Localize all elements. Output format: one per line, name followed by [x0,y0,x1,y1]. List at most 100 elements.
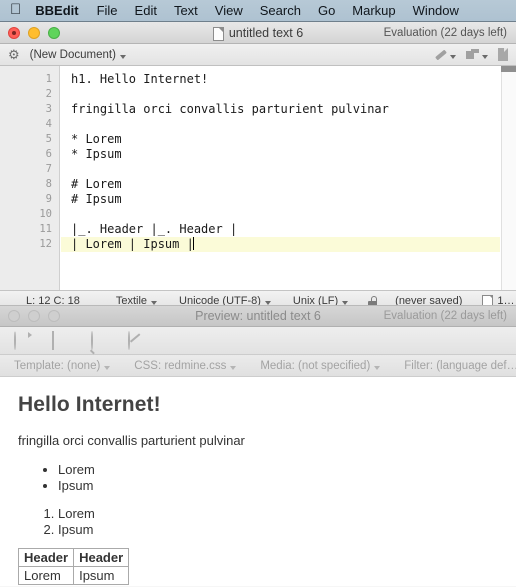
preview-numbered-list: Lorem Ipsum [18,506,498,538]
window-stack-icon [466,49,479,60]
window-stack-menu-button[interactable] [466,49,488,60]
line-number: 5 [45,133,52,145]
editor-evaluation-label: Evaluation (22 days left) [383,26,507,39]
line-number: 11 [39,223,52,235]
code-line[interactable]: * Lorem [61,132,500,147]
code-line[interactable]: h1. Hello Internet! [61,72,500,87]
line-number: 6 [45,148,52,160]
code-content[interactable]: h1. Hello Internet! fringilla orci conva… [61,66,500,290]
close-button[interactable] [8,310,20,322]
filter-popup[interactable]: Filter: (language def… [404,360,516,372]
chevron-down-icon [230,365,237,370]
preview-evaluation-label: Evaluation (22 days left) [383,310,507,322]
preview-table: Header Header Lorem Ipsum [17,548,130,585]
table-row: Lorem Ipsum [17,566,130,585]
minimize-button[interactable] [28,310,40,322]
editor-toolbar-right [434,48,508,61]
document-popup-label: (New Document) [29,48,116,61]
list-item: Lorem [58,462,498,478]
code-line[interactable]: fringilla orci convallis parturient pulv… [61,102,500,117]
document-icon [52,330,54,350]
gear-icon[interactable]: ⚙ [8,48,20,61]
editor-title-bar[interactable]: untitled text 6 Evaluation (22 days left… [0,22,516,44]
menu-item-markup[interactable]: Markup [352,3,395,18]
preview-window-controls [0,310,60,322]
menu-item-file[interactable]: File [97,3,118,18]
table-cell: Ipsum [73,566,130,585]
css-label: CSS: redmine.css [134,359,227,372]
code-line[interactable]: * Ipsum [61,147,500,162]
reload-button[interactable] [14,330,32,350]
source-view-button[interactable] [52,330,70,350]
table-header-row: Header Header [17,548,130,567]
code-line[interactable] [61,87,500,102]
preview-heading: Hello Internet! [18,393,161,416]
line-number: 4 [45,118,52,130]
code-line-text: | Lorem | Ipsum | [71,237,194,251]
line-number: 2 [45,88,52,100]
text-editing-area[interactable]: 1 2 3 4 5 6 7 8 9 10 11 12 h1. Hello Int… [0,66,516,290]
template-popup[interactable]: Template: (none) [14,359,111,372]
pencil-menu-button[interactable] [434,48,456,61]
page-icon [498,48,508,61]
table-cell: Lorem [17,566,75,585]
compass-icon [128,330,130,350]
code-line[interactable]: # Lorem [61,177,500,192]
line-number: 8 [45,178,52,190]
preview-bullet-list: Lorem Ipsum [18,462,498,494]
menu-item-bbedit[interactable]: BBEdit [35,3,78,18]
vertical-scrollbar[interactable] [501,66,516,290]
menu-item-search[interactable]: Search [260,3,301,18]
menu-item-view[interactable]: View [215,3,243,18]
chevron-down-icon [119,54,126,59]
code-line[interactable] [61,162,500,177]
code-line[interactable] [61,207,500,222]
line-number-gutter: 1 2 3 4 5 6 7 8 9 10 11 12 [0,66,60,290]
list-item: Ipsum [58,478,498,494]
split-view-button[interactable] [498,48,508,61]
code-line[interactable]: # Ipsum [61,192,500,207]
menu-item-window[interactable]: Window [413,3,459,18]
code-line[interactable]: |_. Header |_. Header | [61,222,500,237]
line-number: 10 [39,208,52,220]
close-button[interactable] [8,26,20,39]
preview-options-bar: Template: (none) CSS: redmine.css Media:… [0,355,516,377]
menu-item-text[interactable]: Text [174,3,198,18]
menu-bar:  BBEdit File Edit Text View Search Go M… [0,0,516,22]
document-popup-button[interactable]: (New Document) [30,49,126,61]
filter-label: Filter: (language def… [404,359,516,372]
pencil-icon [434,48,447,61]
document-icon [212,26,224,41]
zoom-button[interactable] [48,310,60,322]
menu-item-go[interactable]: Go [318,3,335,18]
preview-window: Preview: untitled text 6 Evaluation (22 … [0,305,516,587]
chevron-down-icon [482,54,488,59]
preview-rendered-content: Hello Internet! fringilla orci convallis… [0,377,516,586]
preview-title-bar[interactable]: Preview: untitled text 6 Evaluation (22 … [0,305,516,327]
table-header-cell: Header [73,548,130,567]
open-in-browser-button[interactable] [128,330,146,350]
css-popup[interactable]: CSS: redmine.css [134,359,237,372]
minimize-button[interactable] [28,26,40,39]
search-button[interactable] [90,330,108,350]
line-number: 3 [45,103,52,115]
search-icon [91,330,93,350]
list-item: Ipsum [58,522,498,538]
table-header-cell: Header [17,548,75,567]
preview-toolbar [0,327,516,355]
zoom-button[interactable] [48,26,60,39]
window-controls [0,26,60,39]
line-number: 7 [45,163,52,175]
chevron-down-icon [104,365,111,370]
line-number: 9 [45,193,52,205]
reload-icon [14,330,16,350]
menu-item-edit[interactable]: Edit [135,3,157,18]
apple-icon[interactable]:  [10,2,21,17]
chevron-down-icon [374,365,381,370]
template-label: Template: (none) [14,359,101,372]
list-item: Lorem [58,506,498,522]
code-line-active[interactable]: | Lorem | Ipsum | [61,237,500,252]
code-line[interactable] [61,117,500,132]
media-popup[interactable]: Media: (not specified) [260,360,381,372]
scroll-corner [501,66,516,72]
